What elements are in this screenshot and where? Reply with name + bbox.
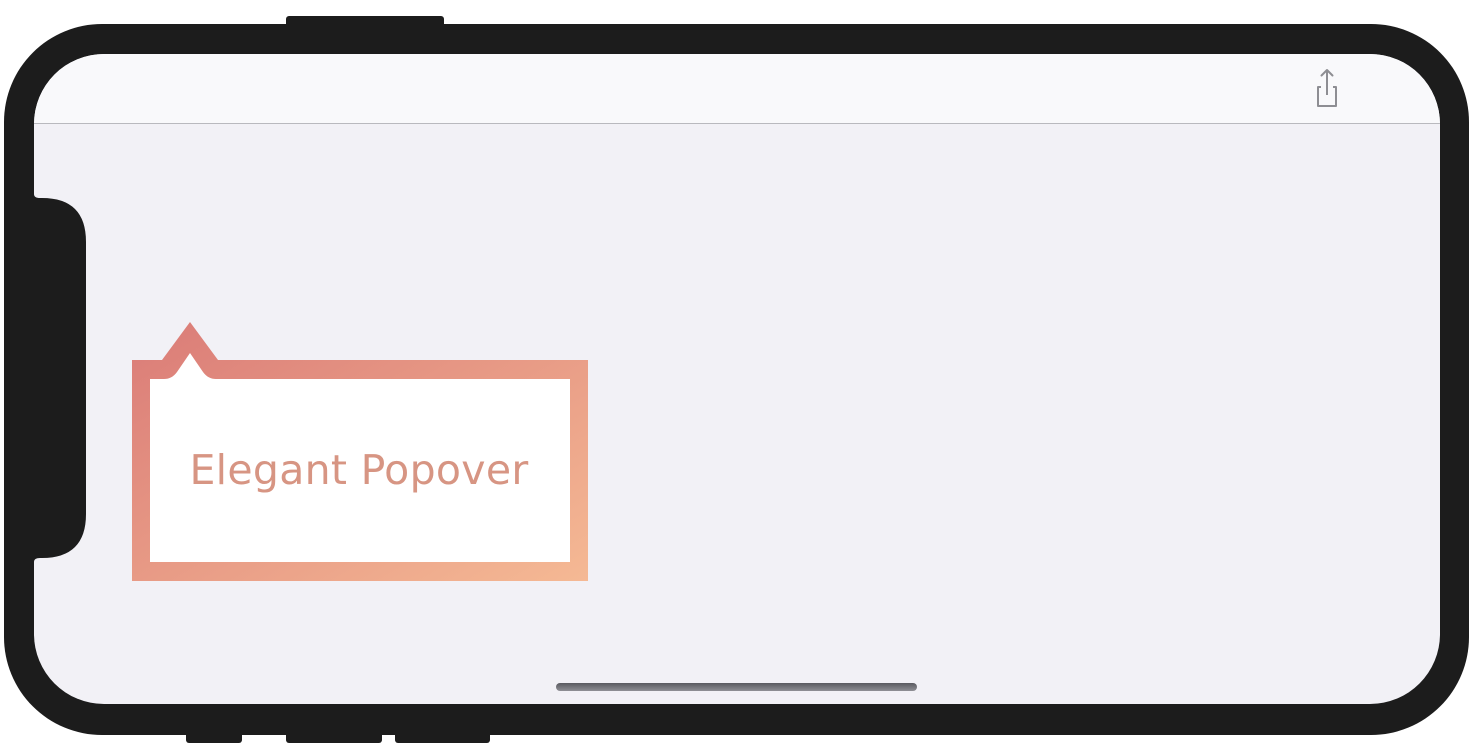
share-icon xyxy=(1317,69,1337,107)
home-indicator[interactable] xyxy=(556,683,917,691)
share-button[interactable] xyxy=(1304,65,1350,111)
elegant-popover[interactable]: Elegant Popover xyxy=(132,322,588,581)
navigation-bar xyxy=(34,54,1440,124)
camera-notch xyxy=(34,184,86,572)
device-stage: Elegant Popover xyxy=(0,0,1471,750)
popover-label: Elegant Popover xyxy=(189,446,529,494)
